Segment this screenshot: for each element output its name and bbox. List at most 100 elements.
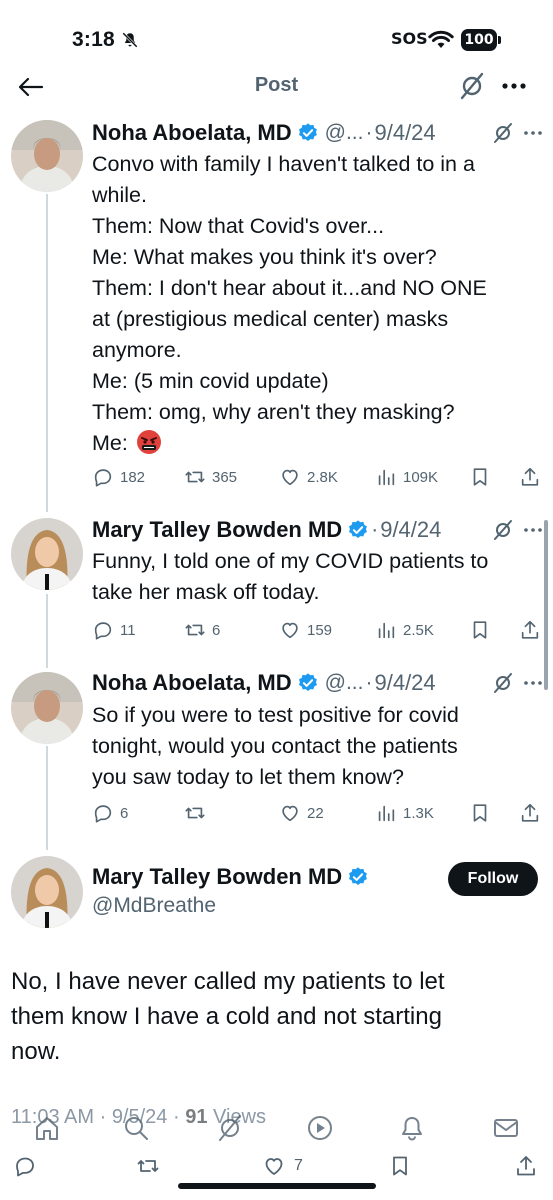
tweet[interactable]: Mary Talley Bowden MD · 9/4/24 Funny, I … <box>0 514 553 654</box>
main-author-name[interactable]: Mary Talley Bowden MD <box>92 864 369 890</box>
angry-face-emoji-icon <box>136 430 161 454</box>
reply-button[interactable]: 6 <box>92 800 128 826</box>
notifications-bell-icon[interactable] <box>398 1114 426 1142</box>
tweet-text: Convo with family I haven't talked to in… <box>92 152 487 455</box>
share-button[interactable] <box>519 800 541 826</box>
repost-button[interactable] <box>184 800 212 826</box>
share-icon <box>521 467 539 486</box>
bookmark-icon <box>393 1156 407 1176</box>
main-tweet-actions: 7 <box>0 1150 553 1182</box>
grok-icon[interactable] <box>492 122 514 144</box>
avatar[interactable] <box>11 672 83 744</box>
like-button[interactable]: 159 <box>279 617 332 643</box>
heart-icon <box>282 469 298 486</box>
tweet-date[interactable]: 9/4/24 <box>374 670 435 696</box>
share-icon <box>517 1156 535 1176</box>
reply-count: 11 <box>120 621 136 639</box>
more-options-icon[interactable] <box>522 519 544 541</box>
tweet-header: Mary Talley Bowden MD · 9/4/24 <box>92 517 442 543</box>
follow-button[interactable]: Follow <box>448 862 538 896</box>
views-chart-icon <box>378 469 395 486</box>
grok-icon[interactable] <box>458 72 486 100</box>
grok-icon[interactable] <box>492 519 514 541</box>
like-button[interactable]: 7 <box>262 1154 303 1178</box>
reply-button[interactable]: 11 <box>92 617 136 643</box>
top-nav-bar: Post <box>0 62 553 112</box>
repost-icon <box>137 1160 159 1172</box>
author-name[interactable]: Mary Talley Bowden MD <box>92 517 342 543</box>
scrollbar[interactable] <box>544 520 548 690</box>
tweet-header: Noha Aboelata, MD @... · 9/4/24 <box>92 670 436 696</box>
views-count: 2.5K <box>403 621 434 639</box>
tweet[interactable]: Noha Aboelata, MD @... · 9/4/24 Convo wi… <box>0 116 553 496</box>
status-time: 3:18 <box>72 28 115 51</box>
like-count: 2.8K <box>307 468 338 486</box>
author-handle[interactable]: @... <box>325 121 364 145</box>
tweet-date[interactable]: 9/4/24 <box>380 517 441 543</box>
battery-level: 100 <box>461 29 497 51</box>
reply-icon <box>94 622 112 640</box>
avatar[interactable] <box>11 518 83 590</box>
messages-envelope-icon[interactable] <box>492 1114 520 1142</box>
repost-button[interactable] <box>136 1154 160 1178</box>
bookmark-icon <box>473 804 487 822</box>
reply-icon <box>94 805 112 823</box>
like-button[interactable]: 2.8K <box>279 464 338 490</box>
views-button[interactable]: 1.3K <box>375 800 434 826</box>
like-count: 7 <box>294 1157 303 1174</box>
battery-icon: 100 <box>461 29 501 51</box>
main-author-handle[interactable]: @MdBreathe <box>92 894 216 918</box>
more-options-icon[interactable] <box>522 122 544 144</box>
grok-icon[interactable] <box>216 1114 244 1142</box>
reply-button[interactable] <box>13 1154 37 1178</box>
share-icon <box>521 803 539 822</box>
main-tweet-text: No, I have never called my patients to l… <box>11 968 445 1065</box>
play-icon[interactable] <box>306 1114 334 1142</box>
bookmark-icon <box>473 468 487 486</box>
home-icon[interactable] <box>33 1114 61 1142</box>
verified-badge-icon <box>349 867 368 885</box>
views-count: 1.3K <box>403 804 434 822</box>
tweet-text: So if you were to test positive for covi… <box>92 703 459 789</box>
reply-button[interactable]: 182 <box>92 464 145 490</box>
tweet-date[interactable]: 9/4/24 <box>374 120 435 146</box>
verified-badge-icon <box>298 673 317 691</box>
reply-icon <box>16 1157 34 1177</box>
avatar[interactable] <box>11 120 83 192</box>
bookmark-button[interactable] <box>469 464 491 490</box>
bookmark-button[interactable] <box>388 1154 412 1178</box>
heart-icon <box>265 1158 283 1175</box>
bookmark-icon <box>473 621 487 639</box>
heart-icon <box>282 622 298 639</box>
bell-off-icon <box>122 32 138 48</box>
more-options-icon[interactable] <box>522 672 544 694</box>
author-handle[interactable]: @... <box>325 671 364 695</box>
grok-icon[interactable] <box>492 672 514 694</box>
share-button[interactable] <box>514 1154 538 1178</box>
avatar[interactable] <box>11 856 83 928</box>
bottom-tab-bar <box>0 1108 553 1148</box>
share-button[interactable] <box>519 617 541 643</box>
home-indicator[interactable] <box>178 1183 376 1189</box>
heart-icon <box>282 805 298 822</box>
tweet[interactable]: Noha Aboelata, MD @... · 9/4/24 So if yo… <box>0 668 553 838</box>
reply-count: 182 <box>120 468 146 486</box>
bookmark-button[interactable] <box>469 617 491 643</box>
views-count: 109K <box>403 468 439 486</box>
bookmark-button[interactable] <box>469 800 491 826</box>
repost-button[interactable]: 6 <box>184 617 220 643</box>
repost-button[interactable]: 365 <box>184 464 237 490</box>
author-name[interactable]: Noha Aboelata, MD <box>92 670 292 696</box>
repost-icon <box>185 624 205 636</box>
views-chart-icon <box>378 622 395 639</box>
views-chart-icon <box>378 805 395 822</box>
share-button[interactable] <box>519 464 541 490</box>
views-button[interactable]: 2.5K <box>375 617 434 643</box>
repost-count: 6 <box>212 621 221 639</box>
more-options-icon[interactable] <box>500 72 528 100</box>
tweet-text: Funny, I told one of my COVID patients t… <box>92 549 489 604</box>
like-button[interactable]: 22 <box>279 800 324 826</box>
author-name[interactable]: Noha Aboelata, MD <box>92 120 292 146</box>
views-button[interactable]: 109K <box>375 464 438 490</box>
search-icon[interactable] <box>122 1114 150 1142</box>
